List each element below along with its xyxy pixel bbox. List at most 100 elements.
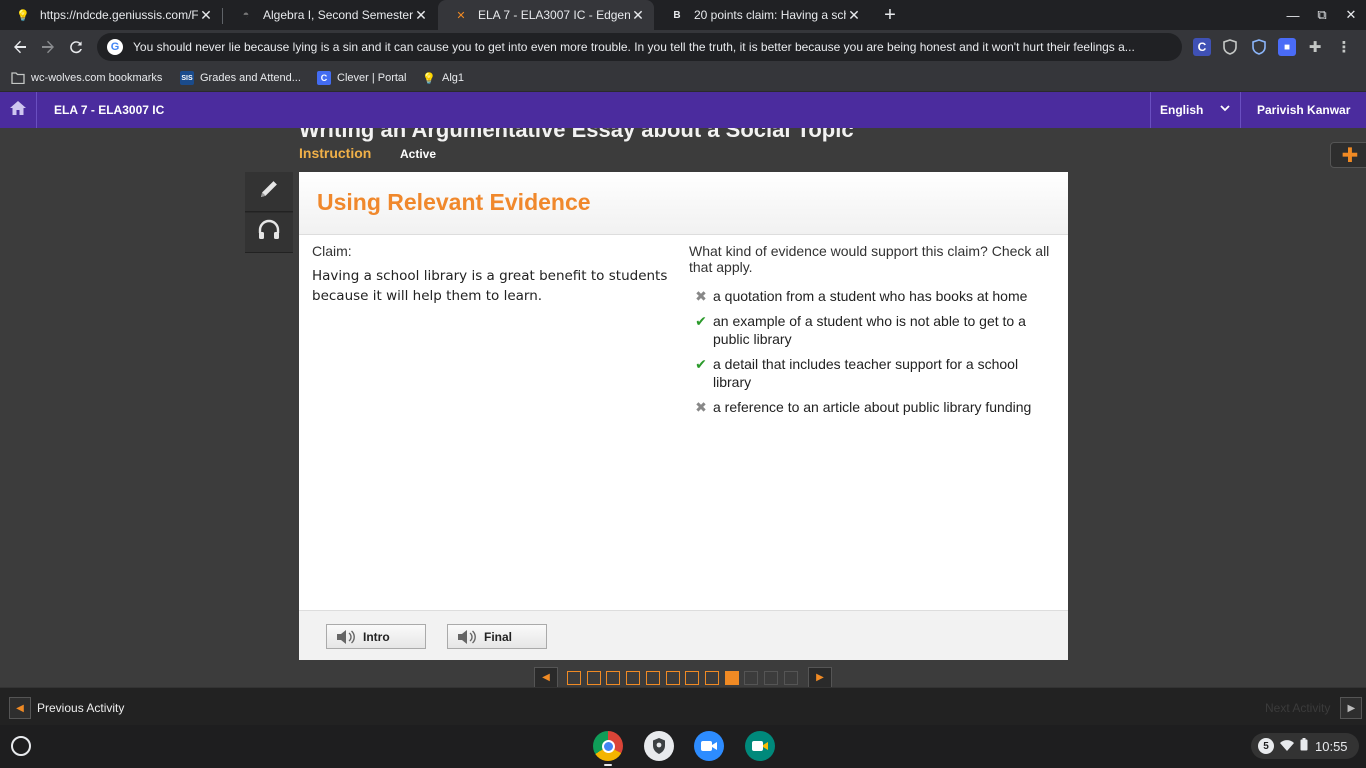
pager-frame-box[interactable] [626,671,641,685]
status-badge: Active [400,147,437,161]
edgenuity-icon: ◓ [242,9,250,21]
answer-options: ✖ a quotation from a student who has boo… [689,287,1059,423]
battery-icon [1300,738,1308,754]
pager-frame-box[interactable] [665,671,680,685]
clever-icon: C [317,71,331,85]
minimize-icon[interactable]: — [1281,4,1305,26]
pager-frame-box[interactable] [606,671,621,685]
extension-b-icon[interactable]: ■ [1278,38,1296,56]
folder-icon [11,71,25,85]
pager-frame-box [783,671,798,685]
zoom-icon[interactable] [694,731,724,761]
browser-tab-strip: 💡 https://ndcde.geniussis.com/FE ✕ ◓ Alg… [0,0,1366,30]
browser-tab[interactable]: 💡 https://ndcde.geniussis.com/FE ✕ [0,0,222,30]
google-icon: G [107,39,123,55]
bookmark-folder[interactable]: wc-wolves.com bookmarks [11,69,162,87]
home-button[interactable] [0,92,37,128]
pager-frame-box[interactable] [685,671,700,685]
bookmark-link[interactable]: 💡 Alg1 [422,69,464,87]
close-icon[interactable]: ✕ [198,7,214,23]
extension-c-icon[interactable]: C [1193,38,1211,56]
pager-frame-box[interactable] [567,671,581,685]
pager-frame-box[interactable] [645,671,660,685]
answer-option[interactable]: ✔ an example of a student who is not abl… [689,312,1059,348]
headphones-tool-button[interactable] [245,213,293,253]
audio-button-label: Final [484,629,513,644]
brainly-icon: B [673,9,681,21]
pencil-icon [258,178,280,205]
pager-next-arrow-icon[interactable]: ▶ [808,667,832,687]
activity-nav-bar: ◀ Previous Activity Next Activity ▶ [0,687,1366,725]
new-tab-icon[interactable]: + [878,3,902,27]
activity-header: Using Relevant Evidence [299,172,1068,235]
question-prompt: What kind of evidence would support this… [689,243,1050,275]
course-title: ELA 7 - ELA3007 IC [54,103,165,117]
audio-button-label: Intro [363,629,390,644]
previous-activity-label: Previous Activity [37,701,125,715]
tab-title: https://ndcde.geniussis.com/FE [40,8,198,22]
answer-option[interactable]: ✖ a reference to an article about public… [689,398,1059,416]
answer-option-text: a detail that includes teacher support f… [713,356,1019,390]
close-icon[interactable]: ✕ [846,7,862,23]
lightbulb-icon: 💡 [16,9,30,22]
pager-frame-box[interactable] [724,671,739,685]
x-mark-icon: ✖ [695,399,707,415]
google-meet-icon[interactable] [745,731,775,761]
language-label: English [1160,103,1204,117]
launcher-icon[interactable] [11,736,31,756]
pencil-tool-button[interactable] [245,172,293,212]
bookmark-link[interactable]: SIS Grades and Attend... [180,69,301,87]
sis-icon: SIS [180,71,194,85]
browser-tab[interactable]: ◓ Algebra I, Second Semester (HM ✕ [223,0,437,30]
answer-option-text: a reference to an article about public l… [713,399,1032,415]
tab-title: ELA 7 - ELA3007 IC - Edgenuity.c [478,8,630,22]
answer-option[interactable]: ✖ a quotation from a student who has boo… [689,287,1059,305]
bookmark-link[interactable]: C Clever | Portal [317,69,407,87]
close-icon[interactable]: ✕ [413,7,429,23]
pager-frame-box[interactable] [704,671,719,685]
check-mark-icon: ✔ [695,356,707,372]
shield-extension-icon[interactable] [1250,38,1268,56]
browser-tab-active[interactable]: ✕ ELA 7 - ELA3007 IC - Edgenuity.c ✕ [438,0,654,30]
status-tray[interactable]: 5 10:55 [1251,733,1359,759]
bookmark-label: Alg1 [442,72,465,84]
tab-title: Algebra I, Second Semester (HM [263,8,413,22]
bookmark-label: Grades and Attend... [200,72,301,84]
bookmarks-bar: wc-wolves.com bookmarks SIS Grades and A… [0,64,1366,92]
claim-label: Claim: [312,243,352,259]
forward-icon[interactable] [36,35,60,59]
extensions-puzzle-icon[interactable]: ✚ [1306,38,1324,56]
shield-extension-icon[interactable] [1221,38,1239,56]
pager-frame-box [764,671,778,685]
address-bar[interactable]: G You should never lie because lying is … [97,33,1182,61]
previous-activity-button[interactable]: ◀ Previous Activity [9,697,124,719]
chrome-icon[interactable] [593,731,623,761]
answer-option-text: a quotation from a student who has books… [713,288,1028,304]
answer-option[interactable]: ✔ a detail that includes teacher support… [689,355,1059,391]
claim-text: Having a school library is a great benef… [312,268,668,304]
reload-icon[interactable] [64,35,88,59]
pager-frame-box[interactable] [586,671,601,685]
right-arrow-icon: ▶ [1340,697,1363,719]
wifi-icon [1280,739,1294,754]
expand-plus-icon[interactable]: ✚ [1330,142,1366,168]
audio-bar: Intro Final [299,610,1068,660]
browser-tab[interactable]: B 20 points claim: Having a schoo ✕ [654,0,870,30]
home-icon [9,100,27,121]
bookmark-label: wc-wolves.com bookmarks [31,72,163,84]
restore-icon[interactable]: ⧉ [1310,4,1334,26]
final-audio-button[interactable]: Final [447,624,547,649]
intro-audio-button[interactable]: Intro [326,624,426,649]
left-arrow-icon: ◀ [9,697,31,719]
user-menu[interactable]: Parivish Kanwar [1240,92,1366,128]
menu-kebab-icon[interactable]: ⋮ [1335,38,1353,56]
close-icon[interactable]: ✕ [630,7,646,23]
back-icon[interactable] [8,35,32,59]
language-select[interactable]: English [1150,92,1240,128]
app-header: ELA 7 - ELA3007 IC English Parivish Kanw… [0,92,1366,128]
next-activity-button[interactable]: Next Activity ▶ [1265,697,1363,719]
close-window-icon[interactable]: ✕ [1339,4,1363,26]
pager-previous-arrow-icon[interactable]: ◀ [534,667,558,687]
security-app-icon[interactable] [644,731,674,761]
notification-count: 5 [1258,738,1274,754]
